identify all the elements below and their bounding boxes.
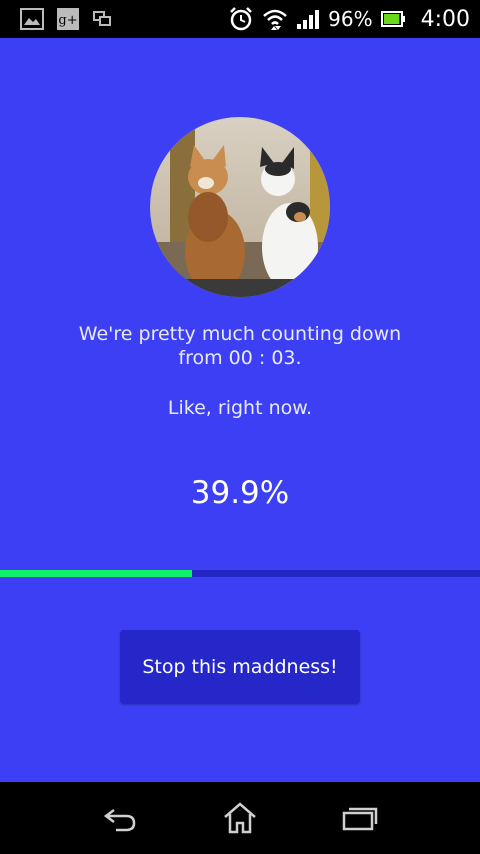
cats-photo [150, 117, 330, 297]
progress-bar [0, 570, 480, 577]
battery-percent: 96% [328, 7, 373, 31]
home-icon[interactable] [210, 796, 270, 840]
status-bar: g+ 96% 4:00 [0, 0, 480, 38]
recents-icon[interactable] [330, 796, 390, 840]
google-plus-icon: g+ [56, 7, 80, 31]
gallery-icon [20, 8, 44, 30]
clock-time: 4:00 [420, 6, 470, 32]
back-icon[interactable] [90, 796, 150, 840]
status-left-icons: g+ [0, 7, 112, 31]
wifi-icon [262, 8, 288, 30]
progress-bar-fill [0, 570, 192, 577]
main-content: We're pretty much counting down from 00 … [0, 38, 480, 782]
navigation-bar [0, 782, 480, 854]
countdown-subtext: Like, right now. [167, 397, 313, 419]
status-right-icons: 96% 4:00 [228, 6, 480, 32]
signal-icon [296, 8, 320, 30]
battery-icon [380, 10, 407, 28]
svg-text:g+: g+ [58, 13, 77, 28]
progress-percent: 39.9% [190, 475, 290, 511]
message-line-1: We're pretty much counting down [78, 323, 402, 345]
message-line-2: from 00 : 03. [178, 347, 302, 369]
screens-icon [92, 10, 112, 28]
alarm-icon [228, 6, 254, 32]
countdown-message: We're pretty much counting down from 00 … [40, 322, 440, 370]
stop-button[interactable]: Stop this maddness! [120, 630, 360, 704]
